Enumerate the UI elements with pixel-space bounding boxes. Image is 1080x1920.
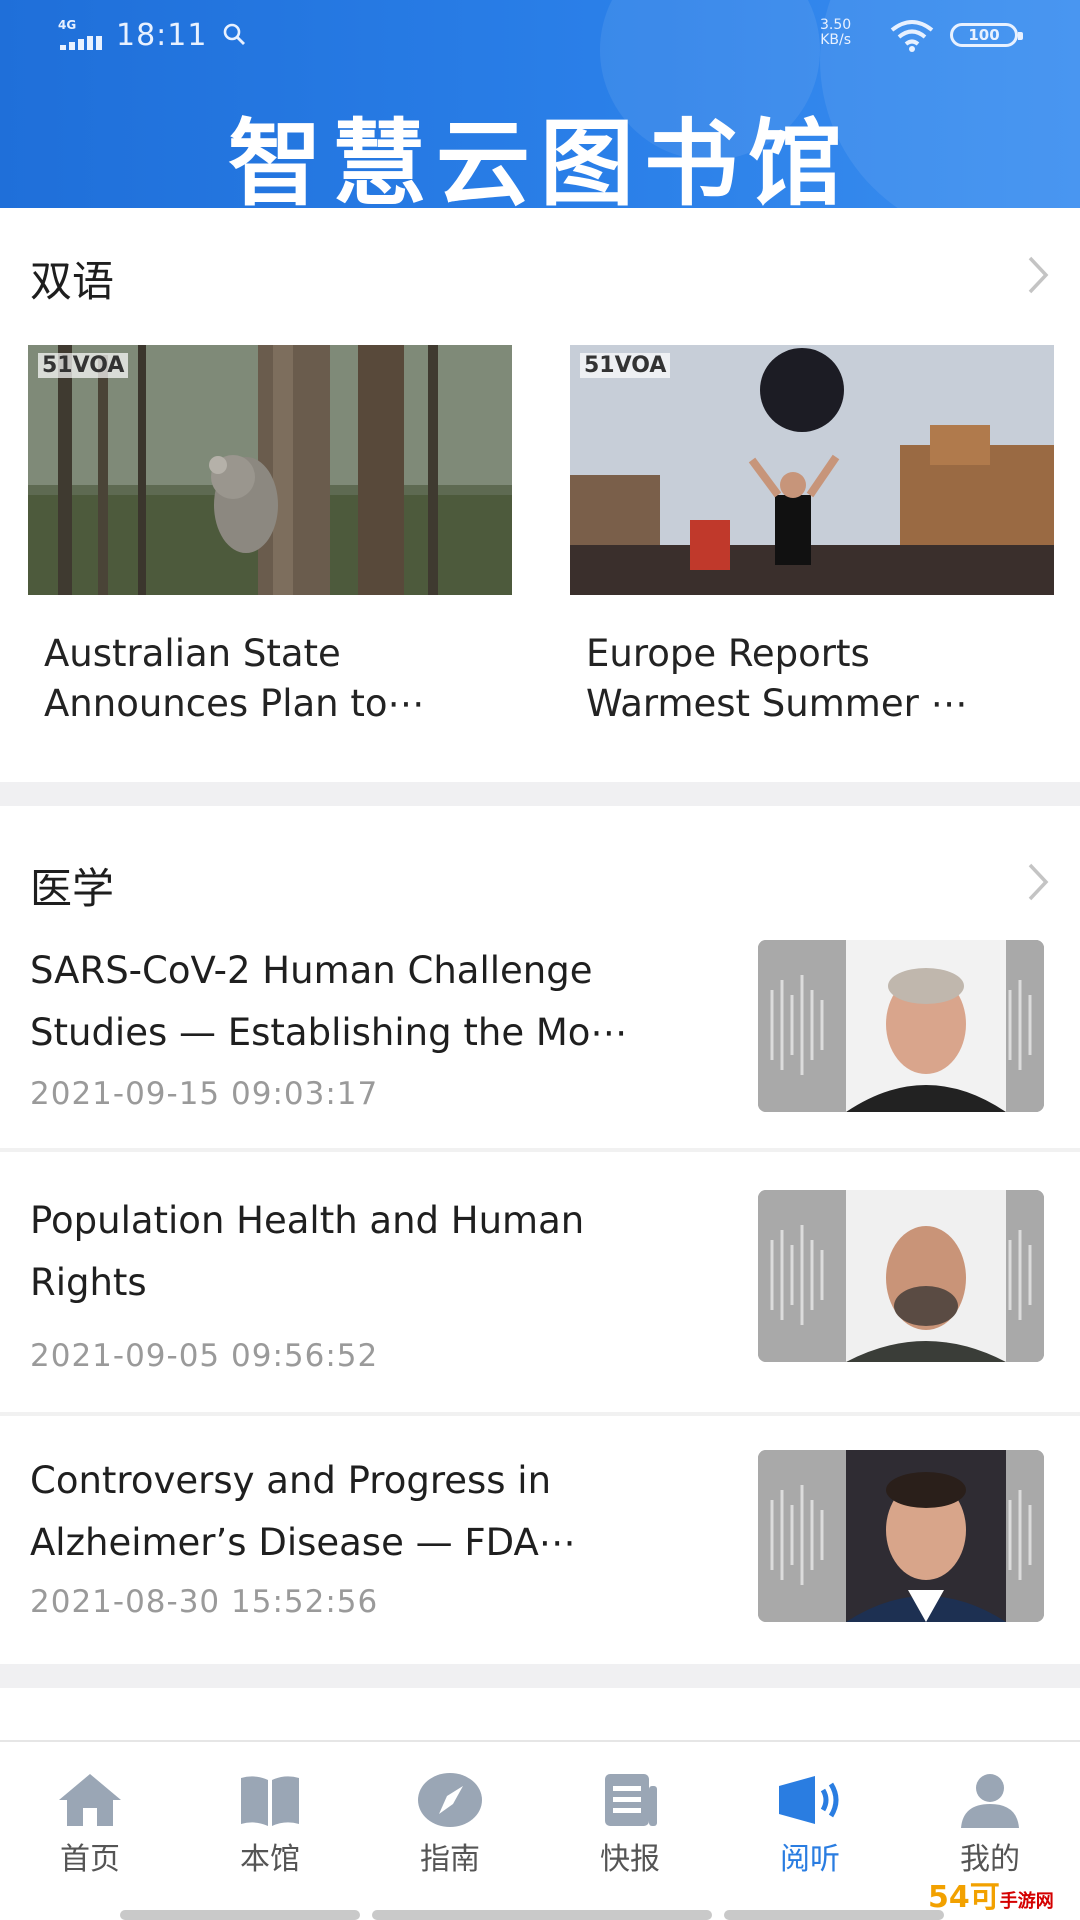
article-thumbnail: 51VOA: [570, 345, 1054, 595]
article-date: 2021-08-30 15:52:56: [30, 1584, 379, 1620]
crowd-ball-photo: [570, 345, 1054, 595]
author-portrait: [758, 1450, 1044, 1622]
koala-tree-photo: [28, 345, 512, 595]
article-title-line: Rights: [30, 1261, 147, 1304]
article-title: SARS-CoV-2 Human Challenge Studies — Est…: [30, 940, 720, 1064]
card-title-line: Europe Reports: [586, 632, 870, 675]
watermark-sub: 手游网: [999, 1891, 1054, 1912]
card-title-line: Announces Plan to⋯: [44, 682, 425, 725]
bilingual-card[interactable]: 51VOA Australian State Announces Plan to…: [28, 345, 512, 729]
tab-home[interactable]: 首页: [0, 1742, 180, 1920]
watermark-main: 54可: [928, 1880, 1000, 1915]
app-title: 智慧云图书馆: [227, 110, 852, 208]
card-title-line: Warmest Summer ⋯: [586, 682, 968, 725]
signal-icon: [60, 36, 104, 50]
article-title-line: Population Health and Human: [30, 1199, 585, 1242]
status-bar: 4G 18:11 3.50 KB/s 100: [0, 0, 1080, 70]
voa-logo: 51VOA: [580, 353, 671, 378]
home-icon: [59, 1774, 121, 1826]
search-icon: [223, 23, 245, 45]
battery-indicator: 100: [950, 23, 1023, 47]
article-title: Controversy and Progress in Alzheimer’s …: [30, 1450, 720, 1574]
list-item[interactable]: Controversy and Progress in Alzheimer’s …: [0, 1450, 1080, 1670]
article-thumbnail: [758, 1450, 1044, 1622]
article-thumbnail: 51VOA: [28, 345, 512, 595]
article-title-line: Studies — Establishing the Mo⋯: [30, 1011, 628, 1054]
compass-icon: [418, 1773, 482, 1827]
speed-unit: KB/s: [820, 32, 851, 48]
chevron-right-icon[interactable]: [1020, 252, 1056, 298]
tab-library[interactable]: 本馆: [180, 1742, 360, 1920]
bilingual-card[interactable]: 51VOA Europe Reports Warmest Summer ⋯: [570, 345, 1054, 729]
tab-label: 阅听: [780, 1842, 840, 1877]
list-item[interactable]: Population Health and Human Rights 2021-…: [0, 1190, 1080, 1416]
watermark-logo: 54可手游网: [928, 1872, 1054, 1916]
section-title: 医学: [30, 864, 115, 913]
author-portrait: [758, 940, 1044, 1112]
app-header: 4G 18:11 3.50 KB/s 100 智慧云图书馆: [0, 0, 1080, 208]
section-divider: [0, 1664, 1080, 1688]
home-indicator: [724, 1910, 944, 1920]
card-title-line: Australian State: [44, 632, 341, 675]
article-title-line: Controversy and Progress in: [30, 1459, 552, 1502]
voa-logo: 51VOA: [38, 353, 129, 378]
tab-guide[interactable]: 指南: [360, 1742, 540, 1920]
tab-label: 指南: [420, 1842, 480, 1877]
article-thumbnail: [758, 1190, 1044, 1362]
row-separator: [0, 1412, 1080, 1416]
user-icon: [961, 1774, 1019, 1828]
tab-news[interactable]: 快报: [540, 1742, 720, 1920]
tab-label: 本馆: [240, 1842, 300, 1877]
list-item[interactable]: SARS-CoV-2 Human Challenge Studies — Est…: [0, 940, 1080, 1152]
article-date: 2021-09-05 09:56:52: [30, 1338, 379, 1374]
bottom-tab-bar: 首页 本馆 指南 快报 阅听 我的: [0, 1740, 1080, 1920]
speed-value: 3.50: [820, 17, 852, 33]
home-indicator: [120, 1910, 360, 1920]
author-portrait: [758, 1190, 1044, 1362]
article-date: 2021-09-15 09:03:17: [30, 1076, 379, 1112]
article-title-line: SARS-CoV-2 Human Challenge: [30, 949, 593, 992]
card-title: Europe Reports Warmest Summer ⋯: [570, 629, 1054, 729]
article-thumbnail: [758, 940, 1044, 1112]
network-type: 4G: [58, 18, 77, 32]
section-header-medicine[interactable]: 医学: [0, 855, 1080, 925]
news-icon: [605, 1774, 657, 1826]
wifi-icon: [890, 20, 934, 52]
card-title: Australian State Announces Plan to⋯: [28, 629, 512, 729]
book-icon: [241, 1776, 299, 1826]
article-title: Population Health and Human Rights: [30, 1190, 720, 1314]
tab-label: 首页: [60, 1842, 120, 1877]
network-speed: 3.50 KB/s: [820, 18, 851, 48]
section-title: 双语: [30, 257, 115, 306]
row-separator: [0, 1148, 1080, 1152]
clock: 18:11: [116, 18, 208, 53]
section-header-bilingual[interactable]: 双语: [0, 248, 1080, 318]
chevron-right-icon[interactable]: [1020, 859, 1056, 905]
home-indicator: [372, 1910, 712, 1920]
section-divider: [0, 782, 1080, 806]
article-title-line: Alzheimer’s Disease — FDA⋯: [30, 1521, 576, 1564]
tab-listen[interactable]: 阅听: [720, 1742, 900, 1920]
speaker-icon: [779, 1776, 839, 1824]
tab-label: 快报: [600, 1842, 660, 1877]
